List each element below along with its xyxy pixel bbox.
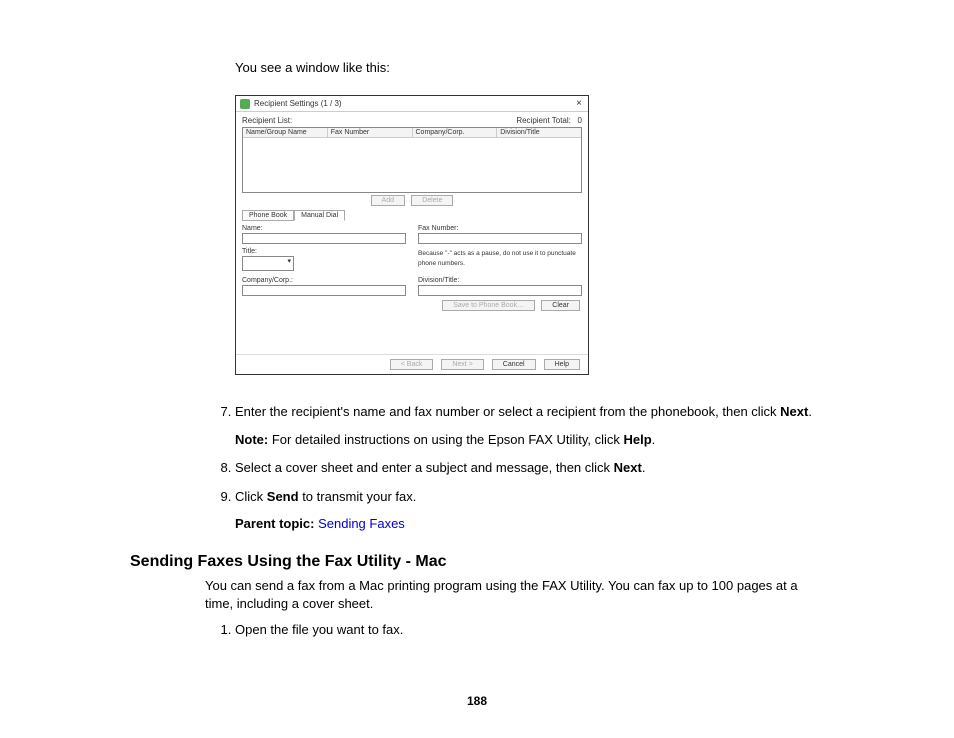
company-label: Company/Corp.:: [242, 277, 406, 284]
step-9-text: Click: [235, 489, 267, 504]
pause-hint: Because "-" acts as a pause, do not use …: [418, 250, 576, 267]
add-button[interactable]: Add: [371, 195, 405, 206]
note-text: For detailed instructions on using the E…: [268, 432, 623, 447]
division-input[interactable]: [418, 285, 582, 296]
table-header: Name/Group Name Fax Number Company/Corp.…: [243, 128, 581, 138]
name-label: Name:: [242, 225, 406, 232]
note-end: .: [652, 432, 656, 447]
intro-text: You see a window like this:: [235, 60, 824, 75]
division-label: Division/Title:: [418, 277, 582, 284]
title-select[interactable]: [242, 256, 294, 271]
tab-phone-book[interactable]: Phone Book: [242, 210, 294, 221]
parent-topic: Parent topic: Sending Faxes: [235, 516, 824, 531]
company-input[interactable]: [242, 285, 406, 296]
delete-button[interactable]: Delete: [411, 195, 453, 206]
cancel-button[interactable]: Cancel: [492, 359, 536, 370]
step-9-end: to transmit your fax.: [299, 489, 417, 504]
name-input[interactable]: [242, 233, 406, 244]
next-button[interactable]: Next >: [441, 359, 483, 370]
step-7-bold: Next: [780, 404, 808, 419]
step-8-end: .: [642, 460, 646, 475]
step-7-text: Enter the recipient's name and fax numbe…: [235, 404, 780, 419]
recipient-total-value: 0: [578, 116, 582, 125]
col-division[interactable]: Division/Title: [497, 128, 581, 137]
mac-step-list: Open the file you want to fax.: [215, 621, 824, 639]
section-title: Sending Faxes Using the Fax Utility - Ma…: [130, 553, 824, 571]
fax-input[interactable]: [418, 233, 582, 244]
step-8-bold: Next: [614, 460, 642, 475]
recipient-total-label: Recipient Total:: [516, 116, 571, 125]
step-8-text: Select a cover sheet and enter a subject…: [235, 460, 614, 475]
step-7: Enter the recipient's name and fax numbe…: [235, 403, 824, 449]
col-fax[interactable]: Fax Number: [328, 128, 413, 137]
back-button[interactable]: < Back: [390, 359, 434, 370]
recipient-list-label: Recipient List:: [242, 116, 292, 125]
mac-step-1: Open the file you want to fax.: [235, 621, 824, 639]
step-7-note: Note: For detailed instructions on using…: [235, 431, 824, 449]
page-number: 188: [0, 694, 954, 708]
tab-manual-dial[interactable]: Manual Dial: [294, 210, 345, 221]
close-icon[interactable]: ×: [574, 98, 584, 109]
step-7-end: .: [808, 404, 812, 419]
step-9-bold: Send: [267, 489, 299, 504]
parent-topic-link[interactable]: Sending Faxes: [318, 516, 405, 531]
recipient-settings-dialog: Recipient Settings (1 / 3) × Recipient L…: [235, 95, 589, 375]
step-list: Enter the recipient's name and fax numbe…: [215, 403, 824, 506]
recipient-total: Recipient Total: 0: [516, 116, 582, 125]
recipient-table[interactable]: Name/Group Name Fax Number Company/Corp.…: [242, 127, 582, 193]
dialog-title: Recipient Settings (1 / 3): [254, 99, 574, 108]
fax-label: Fax Number:: [418, 225, 582, 232]
step-9: Click Send to transmit your fax.: [235, 488, 824, 506]
title-label: Title:: [242, 248, 406, 255]
step-8: Select a cover sheet and enter a subject…: [235, 459, 824, 477]
save-phonebook-button[interactable]: Save to Phone Book…: [442, 300, 535, 311]
section-body-text: You can send a fax from a Mac printing p…: [205, 577, 824, 613]
app-icon: [240, 99, 250, 109]
clear-button[interactable]: Clear: [541, 300, 580, 311]
col-company[interactable]: Company/Corp.: [413, 128, 498, 137]
note-label: Note:: [235, 432, 268, 447]
tabs: Phone Book Manual Dial: [242, 210, 582, 221]
parent-topic-label: Parent topic:: [235, 516, 318, 531]
col-name[interactable]: Name/Group Name: [243, 128, 328, 137]
note-bold: Help: [623, 432, 651, 447]
dialog-titlebar: Recipient Settings (1 / 3) ×: [236, 96, 588, 112]
help-button[interactable]: Help: [544, 359, 580, 370]
